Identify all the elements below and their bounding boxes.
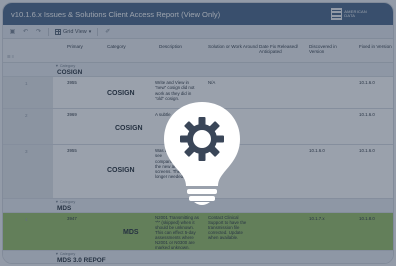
lightbulb-gear-icon	[164, 102, 240, 205]
